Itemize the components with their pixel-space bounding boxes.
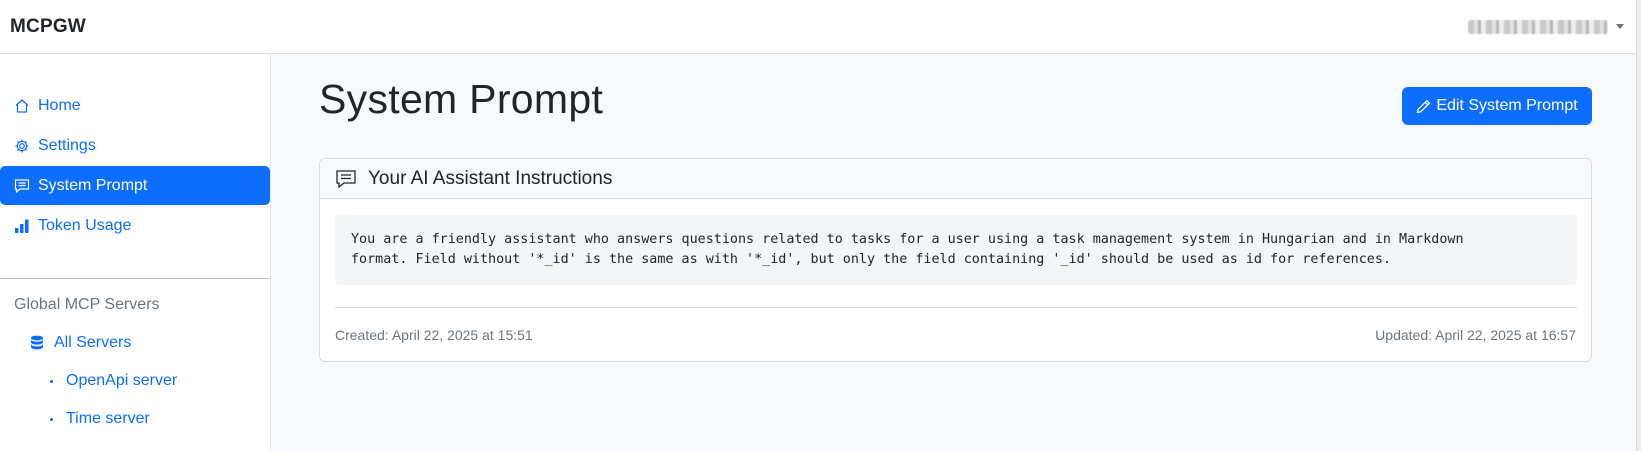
system-prompt-text: You are a friendly assistant who answers… [335,215,1577,285]
chat-text-icon [14,178,30,194]
sidebar-item-system-prompt[interactable]: System Prompt [0,166,270,205]
edit-button-label: Edit System Prompt [1436,97,1578,114]
sidebar-item-label: Settings [38,136,96,154]
page-title: System Prompt [319,76,604,122]
sidebar-item-token-usage[interactable]: Token Usage [0,206,270,245]
brand-logo[interactable]: MCPGW [10,16,86,38]
sidebar-item-all-servers[interactable]: All Servers [30,334,131,352]
sidebar-item-label: All Servers [54,334,132,351]
bullet-dot-icon [50,379,53,383]
caret-down-icon [1616,24,1624,29]
created-timestamp: Created: April 22, 2025 at 15:51 [335,327,533,343]
edit-system-prompt-button[interactable]: Edit System Prompt [1402,87,1592,125]
card-divider [335,307,1577,308]
gear-icon [14,138,30,154]
sidebar-item-label: Token Usage [38,216,132,234]
sidebar-item-label: System Prompt [38,176,148,194]
sidebar-item-label: OpenApi server [66,372,178,389]
section-title-global-servers: Global MCP Servers [14,296,160,313]
house-icon [14,98,30,114]
database-icon [31,335,43,350]
sidebar: Home Settings System Prompt Token Usage … [0,54,271,451]
sidebar-divider [0,278,270,279]
top-navbar: MCPGW [0,0,1636,54]
sidebar-item-time-server[interactable]: Time server [50,410,150,428]
redacted-username [1468,19,1608,34]
user-menu-dropdown[interactable] [1468,19,1624,34]
sidebar-item-label: Time server [66,410,150,427]
system-prompt-card: Your AI Assistant Instructions You are a… [319,158,1592,362]
sidebar-item-label: Home [38,96,81,114]
bar-chart-icon [14,218,30,234]
card-header-title: Your AI Assistant Instructions [368,167,613,189]
window-scrollbar[interactable] [1636,0,1641,451]
updated-timestamp: Updated: April 22, 2025 at 16:57 [1375,327,1576,343]
main-content: System Prompt Edit System Prompt Your AI… [272,54,1636,451]
chat-text-icon [336,169,356,188]
sidebar-item-settings[interactable]: Settings [0,126,270,165]
pencil-icon [1417,99,1431,113]
sidebar-item-openapi-server[interactable]: OpenApi server [50,372,177,390]
bullet-dot-icon [50,417,53,421]
card-header: Your AI Assistant Instructions [320,159,1591,199]
sidebar-item-home[interactable]: Home [0,86,270,125]
